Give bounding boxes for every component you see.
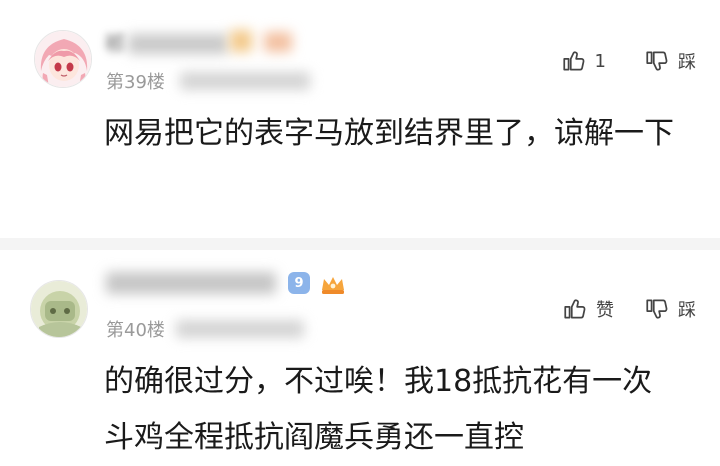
anime-girl-avatar-icon bbox=[35, 31, 91, 87]
floor-and-time: 第39楼 bbox=[106, 68, 165, 94]
floor-and-time: 第40楼 bbox=[106, 316, 165, 342]
dislike-label: 踩 bbox=[678, 300, 696, 321]
thumbs-down-icon bbox=[646, 299, 668, 319]
floor-label: 第39楼 bbox=[106, 72, 165, 93]
username-redaction bbox=[106, 272, 276, 294]
dislike-button[interactable]: 踩 bbox=[644, 296, 696, 322]
medal-badge-redacted bbox=[264, 32, 292, 52]
like-button[interactable]: 赞 bbox=[562, 296, 614, 322]
comment-text: 网易把它的表字马放到结界里了，谅解一下 bbox=[104, 116, 674, 151]
avatar[interactable] bbox=[30, 280, 88, 338]
comment-divider bbox=[0, 238, 720, 250]
comment-actions: 赞 踩 bbox=[562, 296, 696, 322]
dislike-label: 踩 bbox=[678, 52, 696, 73]
username-redaction bbox=[128, 34, 228, 54]
crown-badge-icon bbox=[322, 277, 344, 294]
floor-label: 第40楼 bbox=[106, 320, 165, 341]
timestamp-redaction bbox=[176, 320, 304, 338]
timestamp-redaction bbox=[180, 72, 310, 90]
level-number: 9 bbox=[294, 275, 304, 291]
avatar[interactable] bbox=[34, 30, 92, 88]
dislike-button[interactable]: 踩 bbox=[644, 48, 696, 74]
thumbs-up-icon bbox=[562, 51, 584, 71]
like-label: 赞 bbox=[596, 300, 614, 321]
username-text: 祁 bbox=[104, 32, 127, 56]
like-count: 1 bbox=[594, 50, 606, 72]
comment-actions: 1 踩 bbox=[561, 48, 696, 74]
comment-text: 的确很过分，不过唉！我18抵抗花有一次斗鸡全程抵抗阎魔兵勇还一直控 bbox=[104, 364, 653, 455]
level-badge-redacted bbox=[230, 30, 252, 52]
level-badge: 9 bbox=[288, 272, 310, 294]
thumbs-up-icon bbox=[564, 299, 586, 319]
comment-card: 祁 第39楼 1 踩 网易把它的表字马放到结界里了，谅解一下 bbox=[0, 0, 720, 238]
like-button[interactable]: 1 bbox=[561, 48, 606, 74]
username[interactable]: 祁 bbox=[104, 28, 127, 58]
cartoon-avatar-icon bbox=[31, 281, 87, 337]
thumbs-down-icon bbox=[646, 51, 668, 71]
